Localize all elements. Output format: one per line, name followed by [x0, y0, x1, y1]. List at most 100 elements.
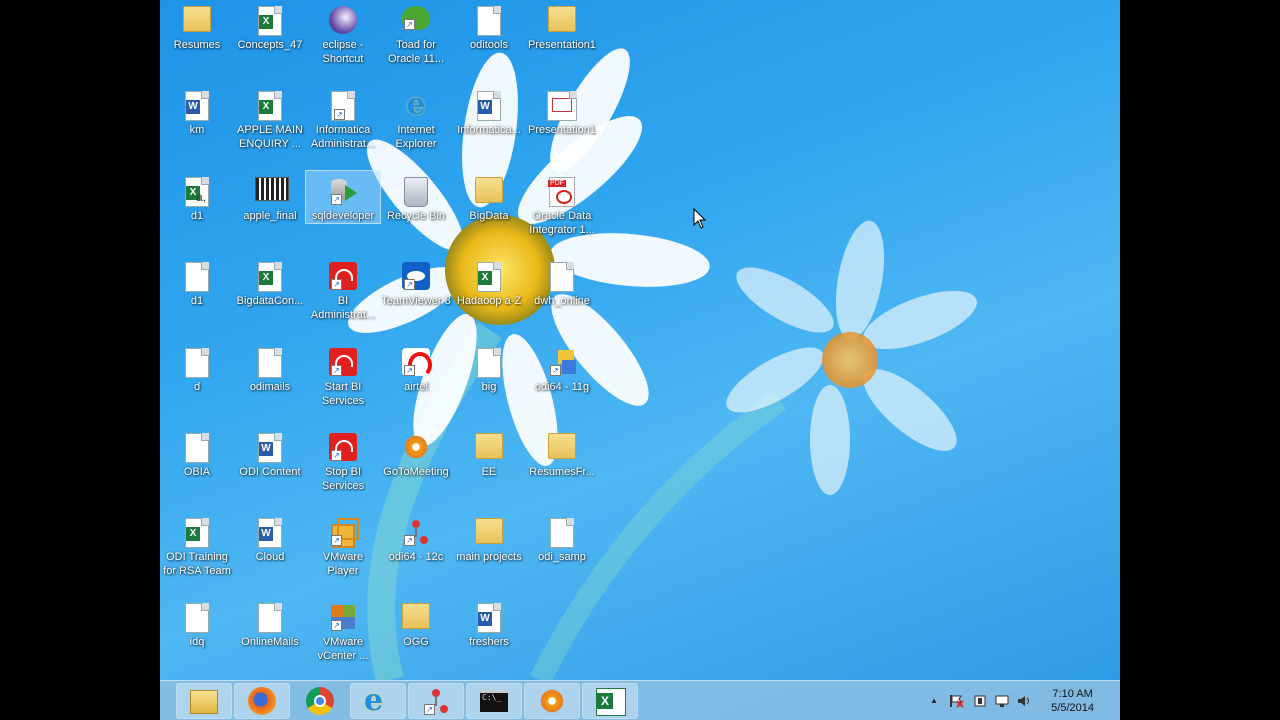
desktop-icon-d1[interactable]: d1 [160, 256, 234, 308]
internet-explorer-icon: e [364, 683, 384, 718]
desktop-icon-d1[interactable]: Xa, d1 [160, 171, 234, 223]
desktop-icon-vmware-vcenter[interactable]: ↗ VMware vCenter ... [306, 597, 380, 663]
recycle-bin-icon [401, 177, 431, 207]
text-file-icon [255, 348, 285, 378]
desktop-icon-odi64-12c[interactable]: ↗ odi64 - 12c [379, 512, 453, 564]
airtel-icon: ↗ [401, 348, 432, 378]
desktop-icon-bi-administrat[interactable]: ↗ BI Administrat... [306, 256, 380, 322]
desktop-icon-toad-for-oracle-11[interactable]: ↗ Toad for Oracle 11... [379, 0, 453, 66]
desktop-icon-big[interactable]: big [452, 342, 526, 394]
desktop-icon-main-projects[interactable]: main projects [452, 512, 526, 564]
taskbar-button-firefox[interactable] [234, 683, 290, 719]
desktop-icon-obia[interactable]: OBIA [160, 427, 234, 479]
desktop-icon-stop-bi-services[interactable]: ↗ Stop BI Services [306, 427, 380, 493]
desktop-icon-airtel[interactable]: ↗ airtel [379, 342, 453, 394]
excel-icon: X [596, 687, 626, 716]
desktop-icon-bigdatacon[interactable]: X BigdataCon... [233, 256, 307, 308]
desktop-icon-internet-explorer[interactable]: e Internet Explorer [379, 85, 453, 151]
desktop-icon-informatica[interactable]: W Informatica... [452, 85, 526, 137]
desktop-icon-ee[interactable]: EE [452, 427, 526, 479]
taskbar-button-internet-explorer[interactable]: e [350, 683, 406, 719]
folder-icon [401, 602, 431, 633]
desktop-icon-teamviewer-8[interactable]: ↗ TeamViewer 8 [379, 256, 453, 308]
folder-icon [547, 432, 577, 463]
desktop-icon-label: big [481, 381, 497, 393]
desktop-icon-label: Start BI Services [321, 381, 365, 407]
desktop-icon-label: BI Administrat... [310, 295, 376, 321]
desktop-icon-freshers[interactable]: Wfreshers [452, 597, 526, 649]
desktop-icon-sqldeveloper[interactable]: ↗ sqldeveloper [305, 170, 381, 224]
firefox-icon [248, 687, 276, 715]
desktop-icon-label: freshers [469, 636, 509, 648]
oracle-bi-icon: ↗ [328, 348, 358, 378]
folder-icon [547, 5, 577, 36]
desktop-icon-idq[interactable]: idq [160, 597, 234, 649]
desktop-icon-label: apple_final [243, 210, 297, 222]
desktop-icon-cloud[interactable]: W Cloud [233, 512, 307, 564]
desktop-icon-odi-content[interactable]: W ODI Content [233, 427, 307, 479]
desktop-icon-bigdata[interactable]: BigData [452, 171, 526, 223]
teamviewer-icon: ↗ [401, 262, 431, 292]
clock-date: 5/5/2014 [1051, 702, 1094, 714]
excel-file-icon: X [255, 262, 285, 292]
taskbar-button-gotomeeting[interactable] [524, 683, 580, 719]
excel-file-icon: X [255, 6, 285, 36]
desktop-icon-eclipse-shortcut[interactable]: eclipse - Shortcut [306, 0, 380, 66]
desktop-icon-presentation1[interactable]: Presentation1 [525, 85, 599, 137]
clock-time: 7:10 AM [1052, 688, 1093, 700]
desktop-icon-concepts-47[interactable]: X Concepts_47 [233, 0, 307, 52]
desktop-icon-label: Hadaoop a-Z [456, 295, 522, 307]
taskbar-button-command-prompt[interactable]: C:\_ [466, 683, 522, 719]
show-hidden-icons-button[interactable]: ▲ [930, 696, 938, 705]
desktop-icon-odi-training-for-rsa-team[interactable]: X ODI Training for RSA Team [160, 512, 234, 578]
word-file-icon: W [182, 91, 212, 121]
desktop-icon-resumes[interactable]: Resumes [160, 0, 234, 52]
desktop-icon-ogg[interactable]: OGG [379, 597, 453, 649]
desktop-icon-informatica-administrat[interactable]: ↗ Informatica Administrat... [306, 85, 380, 151]
taskbar-button-file-explorer[interactable] [176, 683, 232, 719]
desktop-icon-label: Informatica Administrat... [310, 124, 376, 150]
desktop-icon-vmware-player[interactable]: ↗ VMware Player [306, 512, 380, 578]
internet-explorer-icon: e [406, 87, 426, 122]
power-plug-icon[interactable] [972, 694, 988, 708]
desktop-icon-label: OnlineMails [241, 636, 299, 648]
shortcut-file-icon: ↗ [328, 91, 358, 121]
vmware-vcenter-icon: ↗ [328, 603, 358, 633]
desktop-icon-resumesfr[interactable]: ResumesFr... [525, 427, 599, 479]
volume-icon[interactable] [1016, 694, 1032, 708]
image-file-icon [255, 177, 289, 207]
toad-icon: ↗ [401, 6, 431, 36]
network-icon[interactable] [994, 694, 1010, 708]
desktop-icon-oracle-data-integrator-1[interactable]: Oracle Data Integrator 1... [525, 171, 599, 237]
excel-csv-icon: Xa, [182, 177, 212, 207]
desktop-icon-oditools[interactable]: oditools [452, 0, 526, 52]
desktop-icon-odi-samp[interactable]: odi_samp [525, 512, 599, 564]
desktop-icon-start-bi-services[interactable]: ↗ Start BI Services [306, 342, 380, 408]
desktop-icon-label: Resumes [173, 39, 221, 51]
desktop-icon-presentation1[interactable]: Presentation1 [525, 0, 599, 52]
desktop-icon-label: oditools [470, 39, 508, 51]
desktop-icon-hadaoop-a-z[interactable]: X Hadaoop a-Z [452, 256, 526, 308]
desktop-icon-label: Oracle Data Integrator 1... [529, 210, 595, 236]
desktop-icon-d[interactable]: d [160, 342, 234, 394]
action-center-flag-icon[interactable] [948, 694, 964, 708]
odi-icon: ↗ [422, 687, 450, 715]
desktop-icon-dwh-online[interactable]: dwh_online [525, 256, 599, 308]
desktop-icon-odi64-11g[interactable]: ↗ odi64 - 11g [525, 342, 599, 394]
desktop-icon-gotomeeting[interactable]: GoToMeeting [379, 427, 453, 479]
file-explorer-icon [190, 687, 218, 715]
desktop-icon-odimails[interactable]: odimails [233, 342, 307, 394]
desktop-icon-km[interactable]: Wkm [160, 85, 234, 137]
text-file-icon [547, 262, 577, 292]
taskbar-button-chrome[interactable] [293, 684, 347, 718]
desktop-icon-apple-main-enquiry[interactable]: X APPLE MAIN ENQUIRY ... [233, 85, 307, 151]
desktop-icon-apple-final[interactable]: apple_final [233, 171, 307, 223]
clock[interactable]: 7:10 AM 5/5/2014 [1051, 687, 1094, 715]
desktop-icon-label: ResumesFr... [529, 466, 595, 478]
taskbar-button-excel[interactable]: X [582, 683, 638, 719]
taskbar-button-odi[interactable]: ↗ [408, 683, 464, 719]
desktop-icon-onlinemails[interactable]: OnlineMails [233, 597, 307, 649]
folder-icon [182, 5, 212, 36]
desktop-icon-recycle-bin[interactable]: Recycle Bin [379, 171, 453, 223]
desktop-icon-label: VMware Player [322, 551, 364, 577]
